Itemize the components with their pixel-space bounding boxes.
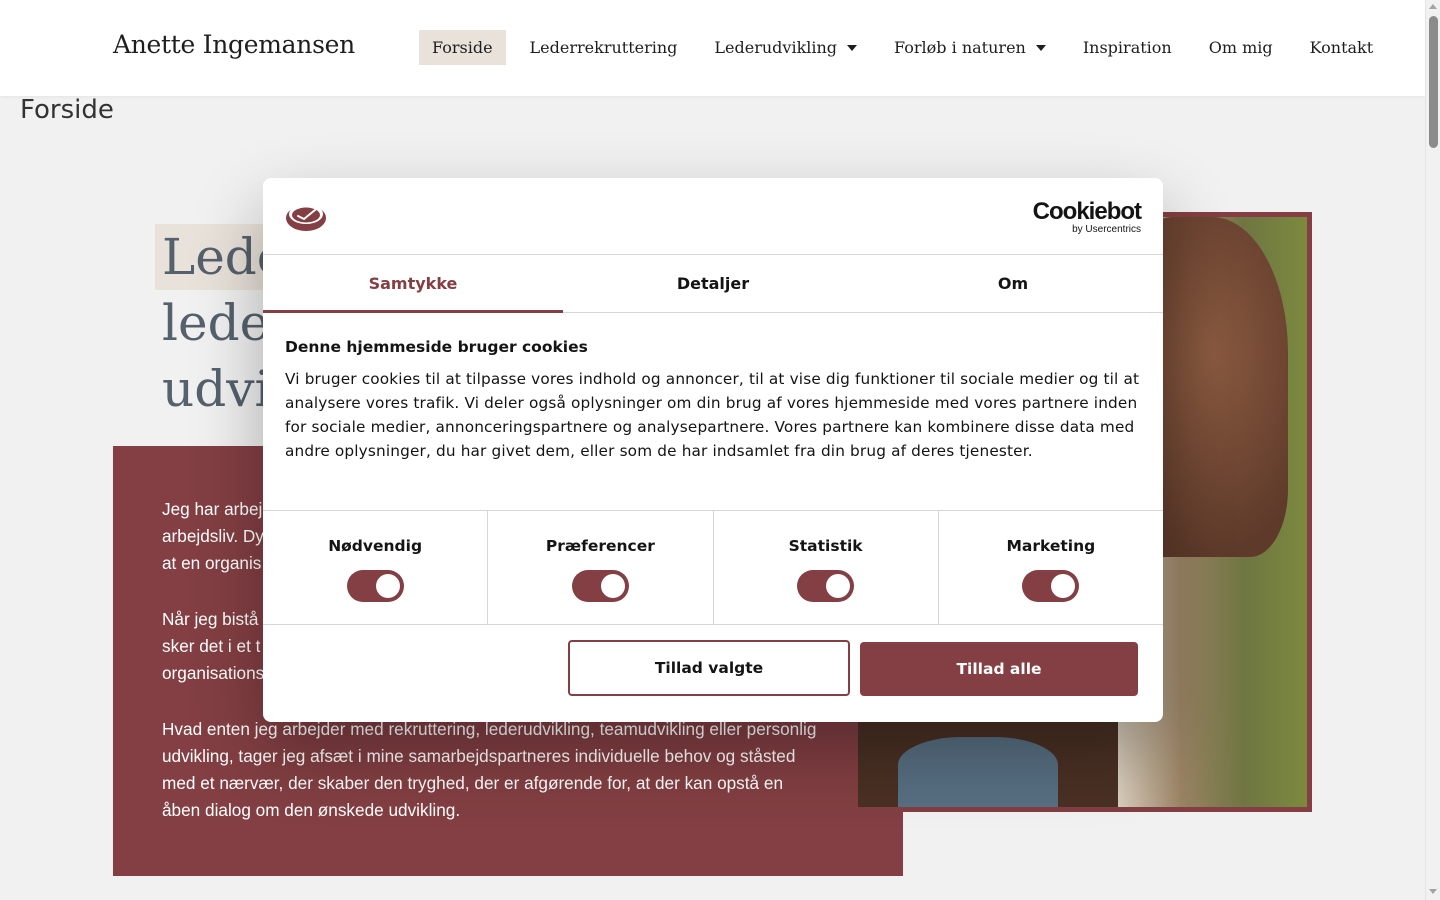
dialog-description: Vi bruger cookies til at tilpasse vores … bbox=[285, 370, 1140, 460]
nav-label: Lederudvikling bbox=[714, 38, 838, 57]
page-title: Forside bbox=[20, 95, 114, 125]
category-label: Statistik bbox=[788, 537, 863, 555]
paragraph-line: arbejdsliv. Dy bbox=[162, 526, 264, 546]
scroll-up-icon[interactable] bbox=[1429, 4, 1437, 9]
main-nav: Forside Lederrekruttering Lederudvikling… bbox=[419, 30, 1397, 65]
site-logo-icon bbox=[286, 204, 326, 231]
marketing-toggle[interactable] bbox=[1022, 570, 1080, 602]
nav-label: Forløb i naturen bbox=[894, 38, 1026, 57]
nodvendig-toggle[interactable] bbox=[346, 570, 404, 602]
nav-item-forside[interactable]: Forside bbox=[419, 30, 506, 65]
nav-item-om-mig[interactable]: Om mig bbox=[1196, 30, 1286, 65]
nav-item-inspiration[interactable]: Inspiration bbox=[1070, 30, 1185, 65]
dialog-header: Cookiebot by Usercentrics bbox=[263, 178, 1163, 255]
scroll-down-icon[interactable] bbox=[1429, 889, 1437, 894]
toggle-knob bbox=[1051, 574, 1076, 598]
page-scrollbar[interactable] bbox=[1425, 0, 1440, 900]
toggle-knob bbox=[826, 574, 851, 598]
toggle-knob bbox=[375, 574, 400, 598]
cookiebot-logo[interactable]: Cookiebot by Usercentrics bbox=[1032, 198, 1142, 236]
consent-categories: Nødvendig Præferencer Statistik Marketin… bbox=[263, 510, 1163, 625]
dialog-title: Denne hjemmeside bruger cookies bbox=[285, 338, 588, 356]
nav-item-kontakt[interactable]: Kontakt bbox=[1297, 30, 1387, 65]
paragraph-line: Jeg har arbej bbox=[162, 499, 263, 519]
tab-detaljer[interactable]: Detaljer bbox=[563, 255, 863, 312]
tab-samtykke[interactable]: Samtykke bbox=[263, 255, 563, 313]
nav-label: Inspiration bbox=[1082, 38, 1172, 57]
category-nodvendig: Nødvendig bbox=[263, 511, 489, 624]
cookiebot-logo-subtext: by Usercentrics bbox=[1072, 224, 1141, 235]
nav-label: Om mig bbox=[1208, 38, 1273, 57]
allow-selected-button[interactable]: Tillad valgte bbox=[568, 640, 850, 696]
paragraph-line: organisations bbox=[162, 663, 265, 683]
category-praeferencer: Præferencer bbox=[488, 511, 714, 624]
site-header: Anette Ingemansen Forside Lederrekrutter… bbox=[0, 0, 1425, 96]
paragraph-line: sker det i et t bbox=[162, 636, 261, 656]
chevron-down-icon bbox=[1035, 44, 1046, 51]
tab-om[interactable]: Om bbox=[863, 255, 1163, 312]
cookiebot-logo-text: Cookiebot bbox=[1032, 198, 1142, 225]
nav-label: Forside bbox=[432, 38, 493, 57]
allow-all-button[interactable]: Tillad alle bbox=[860, 642, 1138, 696]
category-label: Præferencer bbox=[545, 537, 655, 555]
cookie-consent-dialog: Cookiebot by Usercentrics Samtykke Detal… bbox=[263, 178, 1163, 722]
site-brand[interactable]: Anette Ingemansen bbox=[113, 30, 355, 59]
toggle-knob bbox=[600, 574, 625, 598]
category-statistik: Statistik bbox=[714, 511, 939, 624]
hero-line: Lede bbox=[155, 224, 286, 290]
nav-item-lederudvikling[interactable]: Lederudvikling bbox=[701, 30, 870, 65]
scroll-thumb[interactable] bbox=[1429, 16, 1438, 148]
category-label: Nødvendig bbox=[328, 537, 423, 555]
category-label: Marketing bbox=[1006, 537, 1096, 555]
dialog-body: Denne hjemmeside bruger cookies Vi bruge… bbox=[285, 338, 1145, 463]
dialog-tabs: Samtykke Detaljer Om bbox=[263, 255, 1163, 313]
photo-jeans bbox=[898, 737, 1058, 807]
intro-paragraph: Hvad enten jeg arbejder med rekruttering… bbox=[162, 719, 817, 820]
nav-label: Lederrekruttering bbox=[529, 38, 678, 57]
paragraph-line: Når jeg bistå bbox=[162, 609, 259, 629]
nav-label: Kontakt bbox=[1309, 38, 1374, 57]
category-marketing: Marketing bbox=[939, 511, 1163, 624]
chevron-down-icon bbox=[847, 44, 858, 51]
statistik-toggle[interactable] bbox=[797, 570, 855, 602]
paragraph-line: at en organis bbox=[162, 553, 262, 573]
nav-item-lederrekruttering[interactable]: Lederrekruttering bbox=[517, 30, 691, 65]
praeferencer-toggle[interactable] bbox=[571, 570, 629, 602]
nav-item-forlob-i-naturen[interactable]: Forløb i naturen bbox=[881, 30, 1059, 65]
